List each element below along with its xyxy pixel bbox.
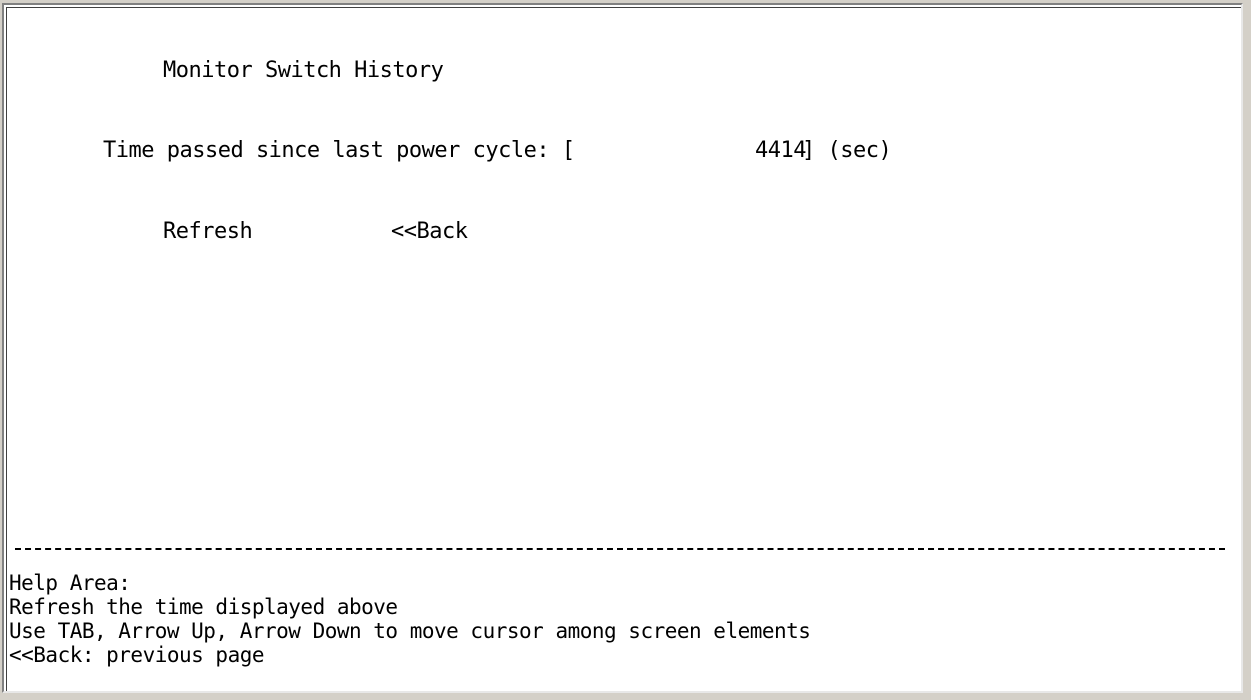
- uptime-unit: ] (sec): [802, 138, 892, 163]
- help-divider: [15, 548, 1225, 550]
- page-title: Monitor Switch History: [163, 58, 444, 83]
- help-line-navigation: Use TAB, Arrow Up, Arrow Down to move cu…: [9, 619, 811, 643]
- back-button[interactable]: <<Back: [391, 219, 468, 245]
- help-heading: Help Area:: [9, 571, 131, 595]
- terminal-screen: Monitor Switch History Time passed since…: [6, 7, 1241, 691]
- uptime-value: 4414: [755, 138, 806, 163]
- help-line-back: <<Back: previous page: [9, 643, 265, 667]
- terminal-window: Monitor Switch History Time passed since…: [2, 3, 1243, 693]
- refresh-button[interactable]: Refresh: [163, 219, 253, 245]
- uptime-label: Time passed since last power cycle: [: [103, 138, 575, 163]
- help-line-refresh: Refresh the time displayed above: [9, 595, 398, 619]
